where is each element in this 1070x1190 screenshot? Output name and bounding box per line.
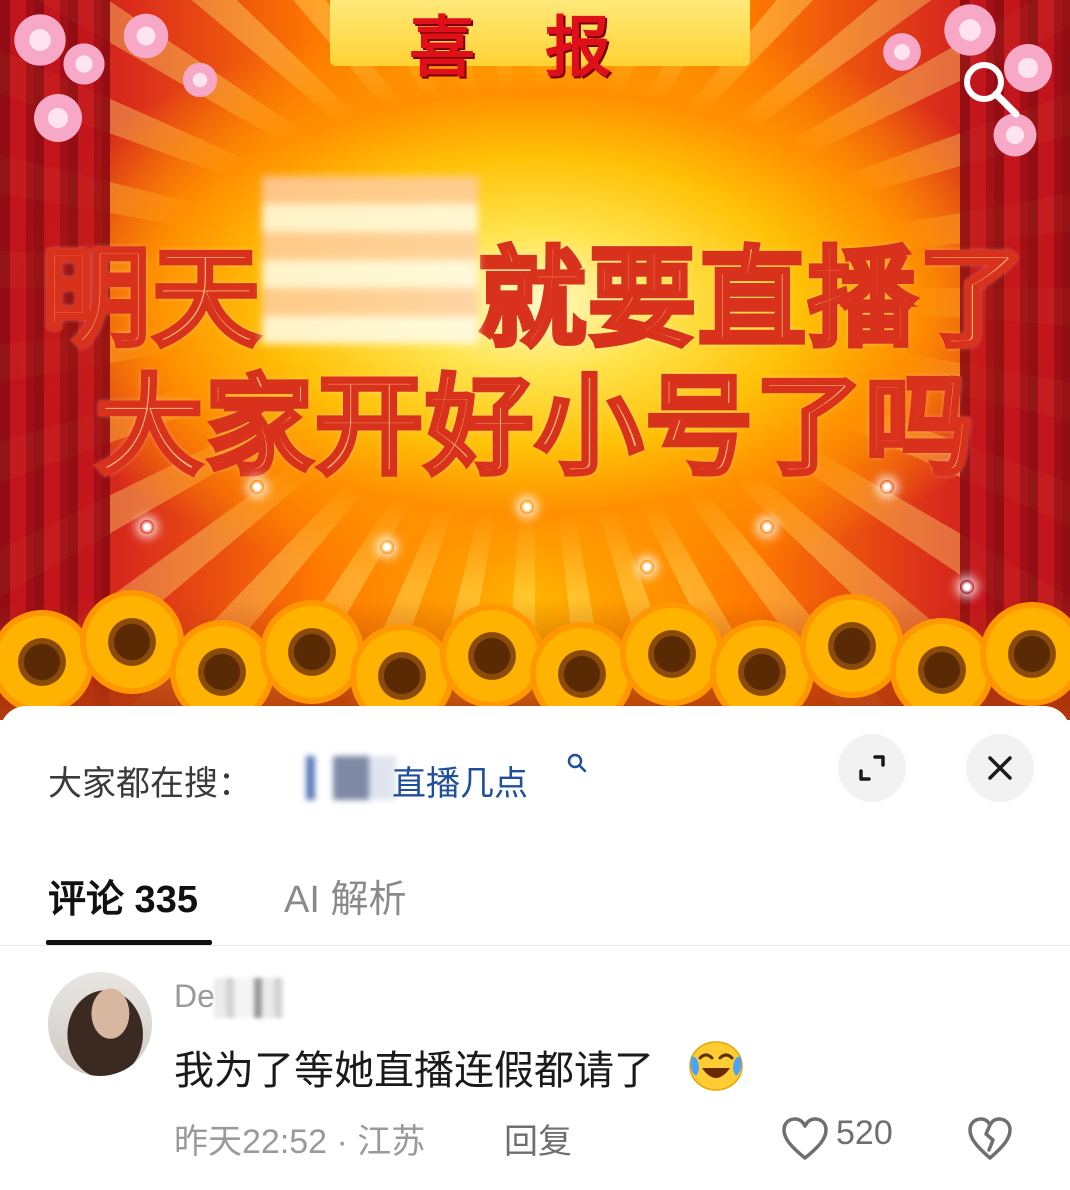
expand-icon xyxy=(859,755,885,781)
tab-ai-analysis[interactable]: AI 解析 xyxy=(284,868,406,923)
header-title: 喜报 xyxy=(409,8,681,86)
post-image[interactable]: 喜报 明天 就要直播了 大家开好小号了吗 xyxy=(0,0,1070,720)
sunflower xyxy=(620,602,724,706)
tab-bar: 评论 335 AI 解析 xyxy=(0,856,1070,946)
sparkle xyxy=(520,500,534,514)
blossom xyxy=(30,90,86,146)
search-icon[interactable] xyxy=(958,56,1022,120)
suggest-link-text[interactable]: 直播几点 xyxy=(392,765,528,803)
blurred-suggest-name xyxy=(306,756,396,800)
comment-text: 我为了等她直播连假都请了 xyxy=(174,1049,654,1093)
sunflower xyxy=(80,590,184,694)
blossom xyxy=(120,10,172,62)
close-icon xyxy=(988,756,1012,780)
suggest-link[interactable]: 直播几点 xyxy=(392,756,528,805)
sunflower xyxy=(890,618,994,720)
tab-comments[interactable]: 评论 335 xyxy=(48,868,198,923)
sunflower xyxy=(980,602,1070,706)
sunflower xyxy=(260,600,364,704)
sunflower-row xyxy=(0,590,1070,720)
reply-button[interactable]: 回复 xyxy=(504,1114,572,1163)
search-small-icon xyxy=(567,753,587,773)
suggest-label: 大家都在搜： xyxy=(48,765,252,803)
comments-sheet: 大家都在搜： 直播几点 评论 335 AI 解析 De 我为了等她直播连假都请了 xyxy=(0,706,1070,1190)
crying-laughing-emoji xyxy=(689,1041,743,1091)
sparkle xyxy=(250,480,264,494)
blossom xyxy=(940,0,1000,60)
sparkle xyxy=(140,520,154,534)
sunflower xyxy=(440,604,544,708)
sparkle xyxy=(380,540,394,554)
avatar[interactable] xyxy=(48,972,152,1076)
like-count: 520 xyxy=(836,1114,893,1152)
sunflower xyxy=(170,620,274,720)
heart-icon[interactable] xyxy=(780,1116,830,1162)
sparkle xyxy=(960,580,974,594)
close-button[interactable] xyxy=(966,734,1034,802)
headline-line2: 大家开好小号了吗 xyxy=(93,363,975,492)
active-tab-indicator xyxy=(46,940,212,945)
blurred-name xyxy=(262,176,478,344)
sunflower xyxy=(800,594,904,698)
expand-button[interactable] xyxy=(838,734,906,802)
sunflower xyxy=(0,610,94,714)
comment-meta: 昨天22:52 · 江苏 xyxy=(174,1123,426,1161)
comment-username[interactable]: De xyxy=(174,978,215,1015)
sparkle xyxy=(880,480,894,494)
sunflower xyxy=(710,620,814,720)
blossom xyxy=(60,40,108,88)
sparkle xyxy=(760,520,774,534)
blurred-username xyxy=(214,978,284,1018)
blossom xyxy=(180,60,220,100)
sparkle xyxy=(640,560,654,574)
broken-heart-icon[interactable] xyxy=(966,1116,1014,1162)
blossom xyxy=(880,30,924,74)
